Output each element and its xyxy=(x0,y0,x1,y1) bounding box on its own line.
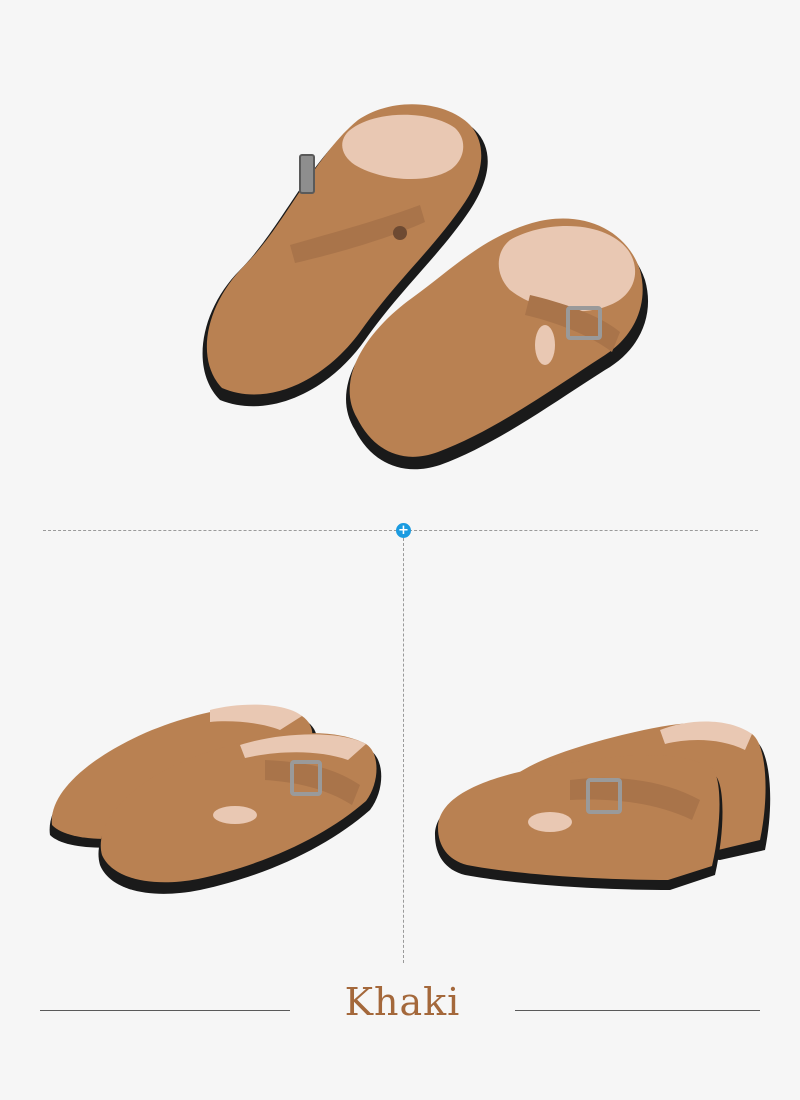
shoe-pair-side-illustration xyxy=(435,721,771,890)
vertical-divider xyxy=(403,538,404,963)
shoe-pair-front-illustration xyxy=(49,704,382,894)
front-shoe xyxy=(435,755,723,890)
snap-button-icon xyxy=(393,226,407,240)
label-rule-right xyxy=(515,1010,760,1011)
color-name-label: Khaki xyxy=(344,980,461,1024)
label-rule-left xyxy=(40,1010,290,1011)
shoe-pair-top-illustration xyxy=(202,104,649,470)
buckle-icon xyxy=(299,154,315,194)
product-image-bottom-left xyxy=(30,650,390,910)
product-image-bottom-right xyxy=(420,660,780,910)
plus-icon: + xyxy=(396,523,411,538)
product-image-top xyxy=(150,70,670,500)
